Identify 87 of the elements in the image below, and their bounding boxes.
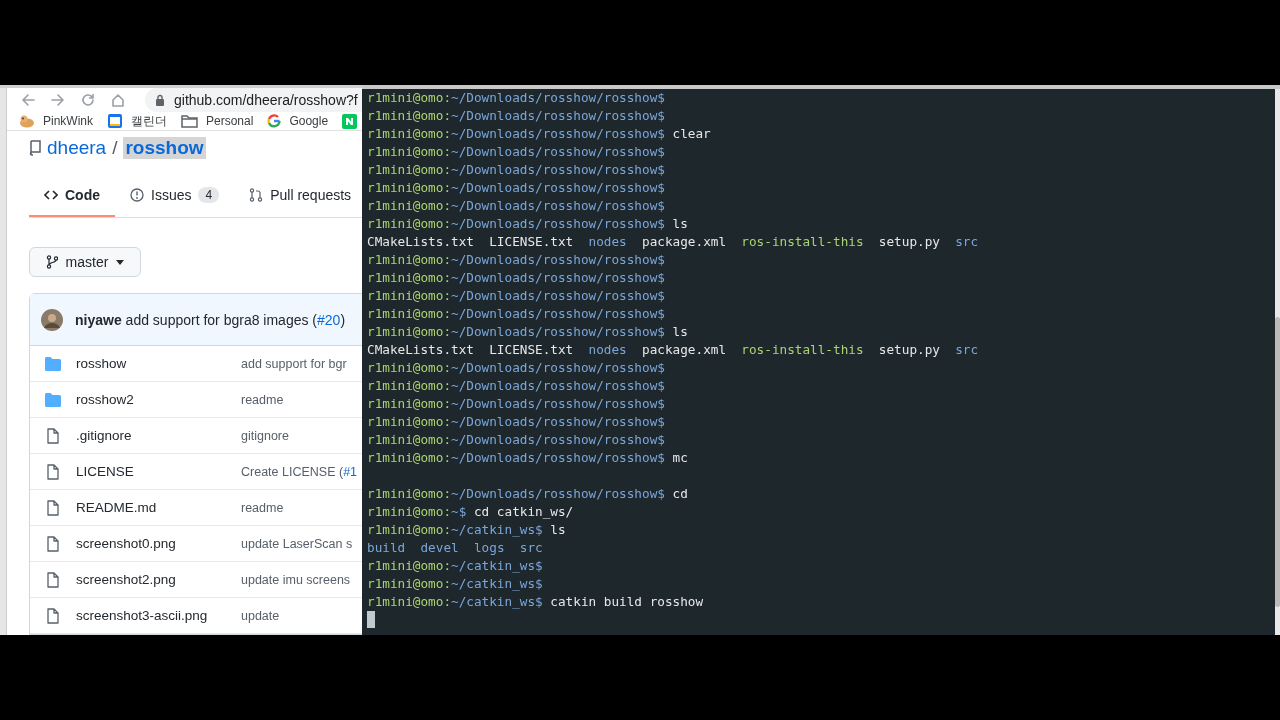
file-name-link[interactable]: rosshow <box>76 356 241 371</box>
file-icon <box>47 535 59 552</box>
terminal-output: build devel logs src <box>367 539 544 557</box>
repo-icon <box>29 140 41 156</box>
text-cursor <box>367 611 375 628</box>
commit-message: readme <box>241 392 284 407</box>
commit-message: add support for bgr <box>241 356 347 371</box>
terminal-line: r1mini@omo:~/Downloads/rosshow/rosshow$ <box>367 197 666 215</box>
folder-icon <box>181 114 198 128</box>
terminal-line: r1mini@omo:~/catkin_ws$ ls <box>367 521 567 539</box>
file-name-link[interactable]: screenshot3-ascii.png <box>76 608 241 623</box>
commit-message: Create LICENSE (#1 <box>241 464 358 479</box>
terminal-line: r1mini@omo:~/Downloads/rosshow/rosshow$ <box>367 179 666 197</box>
repo-tab[interactable]: Pull requests <box>234 175 362 217</box>
terminal-line: r1mini@omo:~/Downloads/rosshow/rosshow$ <box>367 161 666 179</box>
commit-message: niyawe add support for bgra8 images (#20) <box>75 311 346 328</box>
commit-message: update <box>241 608 280 623</box>
terminal-line: r1mini@omo:~/Downloads/rosshow/rosshow$ clear <box>367 125 712 143</box>
code-icon <box>44 188 58 202</box>
file-icon <box>47 427 59 444</box>
file-name-link[interactable]: README.md <box>76 500 241 515</box>
repo-tab[interactable]: Issues 4 <box>115 175 235 217</box>
caret-icon <box>116 259 125 265</box>
url-text: github.com/dheera/rosshow?f <box>174 92 358 108</box>
file-name-link[interactable]: LICENSE <box>76 464 241 479</box>
terminal-line: r1mini@omo:~/Downloads/rosshow/rosshow$ <box>367 359 666 377</box>
google-icon <box>267 114 282 128</box>
repo-tab[interactable]: Code <box>29 175 115 217</box>
terminal-line: r1mini@omo:~/Downloads/rosshow/rosshow$ <box>367 395 666 413</box>
terminal-line: r1mini@omo:~/Downloads/rosshow/rosshow$ <box>367 431 666 449</box>
lock-icon <box>155 94 165 106</box>
terminal-line: r1mini@omo:~/Downloads/rosshow/rosshow$ <box>367 287 666 305</box>
commit-message: update LaserScan s <box>241 536 353 551</box>
commit-message: gitignore <box>241 428 289 443</box>
back-icon[interactable] <box>21 93 35 107</box>
commit-link[interactable]: #20 <box>317 311 341 328</box>
commit-link[interactable]: #1 <box>343 464 358 479</box>
address-bar[interactable]: github.com/dheera/rosshow?f <box>145 88 362 112</box>
terminal-output: CMakeLists.txt LICENSE.txt nodes package.xml ros-install-this setup.py src <box>367 233 980 251</box>
bookmark[interactable]: PinkWink <box>19 114 93 128</box>
issue-icon <box>130 188 144 202</box>
repo-name-link[interactable]: rosshow <box>123 137 206 159</box>
terminal-line: r1mini@omo:~/Downloads/rosshow/rosshow$ cd <box>367 485 689 503</box>
terminal-line: r1mini@omo:~/Downloads/rosshow/rosshow$ <box>367 107 666 125</box>
terminal-line: r1mini@omo:~/Downloads/rosshow/rosshow$ <box>367 251 666 269</box>
terminal-line: r1mini@omo:~/Downloads/rosshow/rosshow$ <box>367 269 666 287</box>
branch-icon <box>45 255 58 269</box>
repo-owner-link[interactable]: dheera <box>47 137 107 159</box>
forward-icon[interactable] <box>51 93 65 107</box>
terminal-line: r1mini@omo:~/Downloads/rosshow/rosshow$ <box>367 377 666 395</box>
pet-icon <box>19 114 35 128</box>
file-name-link[interactable]: screenshot2.png <box>76 572 241 587</box>
file-name-link[interactable]: .gitignore <box>76 428 241 443</box>
bookmark[interactable]: Google <box>267 114 329 128</box>
terminal-output: CMakeLists.txt LICENSE.txt nodes package.xml ros-install-this setup.py src <box>367 341 980 359</box>
terminal-line: r1mini@omo:~/Downloads/rosshow/rosshow$ ls <box>367 215 689 233</box>
calendar-icon <box>107 113 123 129</box>
file-icon <box>47 499 59 516</box>
bookmark[interactable]: Personal <box>181 114 254 128</box>
folder-icon <box>45 356 61 371</box>
avatar <box>41 308 63 331</box>
terminal-line: r1mini@omo:~/Downloads/rosshow/rosshow$ <box>367 89 666 107</box>
terminal-line: r1mini@omo:~$ cd catkin_ws/ <box>367 503 575 521</box>
path-separator: / <box>112 137 118 159</box>
terminal-line: r1mini@omo:~/catkin_ws$ <box>367 557 544 575</box>
naver-icon[interactable] <box>342 113 358 129</box>
scrollbar[interactable] <box>1275 317 1280 607</box>
folder-icon <box>45 392 61 407</box>
terminal-line: r1mini@omo:~/Downloads/rosshow/rosshow$ <box>367 305 666 323</box>
terminal-line: r1mini@omo:~/Downloads/rosshow/rosshow$ ls <box>367 323 689 341</box>
commit-message: readme <box>241 500 284 515</box>
file-name-link[interactable]: screenshot0.png <box>76 536 241 551</box>
pull-request-icon <box>249 188 264 202</box>
file-icon <box>47 463 59 480</box>
reload-icon[interactable] <box>81 93 95 107</box>
terminal-line: r1mini@omo:~/Downloads/rosshow/rosshow$ <box>367 143 666 161</box>
terminal-line: r1mini@omo:~/Downloads/rosshow/rosshow$ mc <box>367 449 689 467</box>
file-icon <box>47 607 59 624</box>
commit-message: update imu screens <box>241 572 351 587</box>
file-name-link[interactable]: rosshow2 <box>76 392 241 407</box>
terminal-line: r1mini@omo:~/catkin_ws$ <box>367 575 544 593</box>
bookmark[interactable]: 캘린더 <box>107 112 167 130</box>
file-icon <box>47 571 59 588</box>
terminal-line: r1mini@omo:~/Downloads/rosshow/rosshow$ <box>367 413 666 431</box>
terminal-line: r1mini@omo:~/catkin_ws$ catkin build rosshow <box>367 593 705 611</box>
home-icon[interactable] <box>111 93 125 107</box>
branch-button[interactable]: master <box>29 247 141 277</box>
